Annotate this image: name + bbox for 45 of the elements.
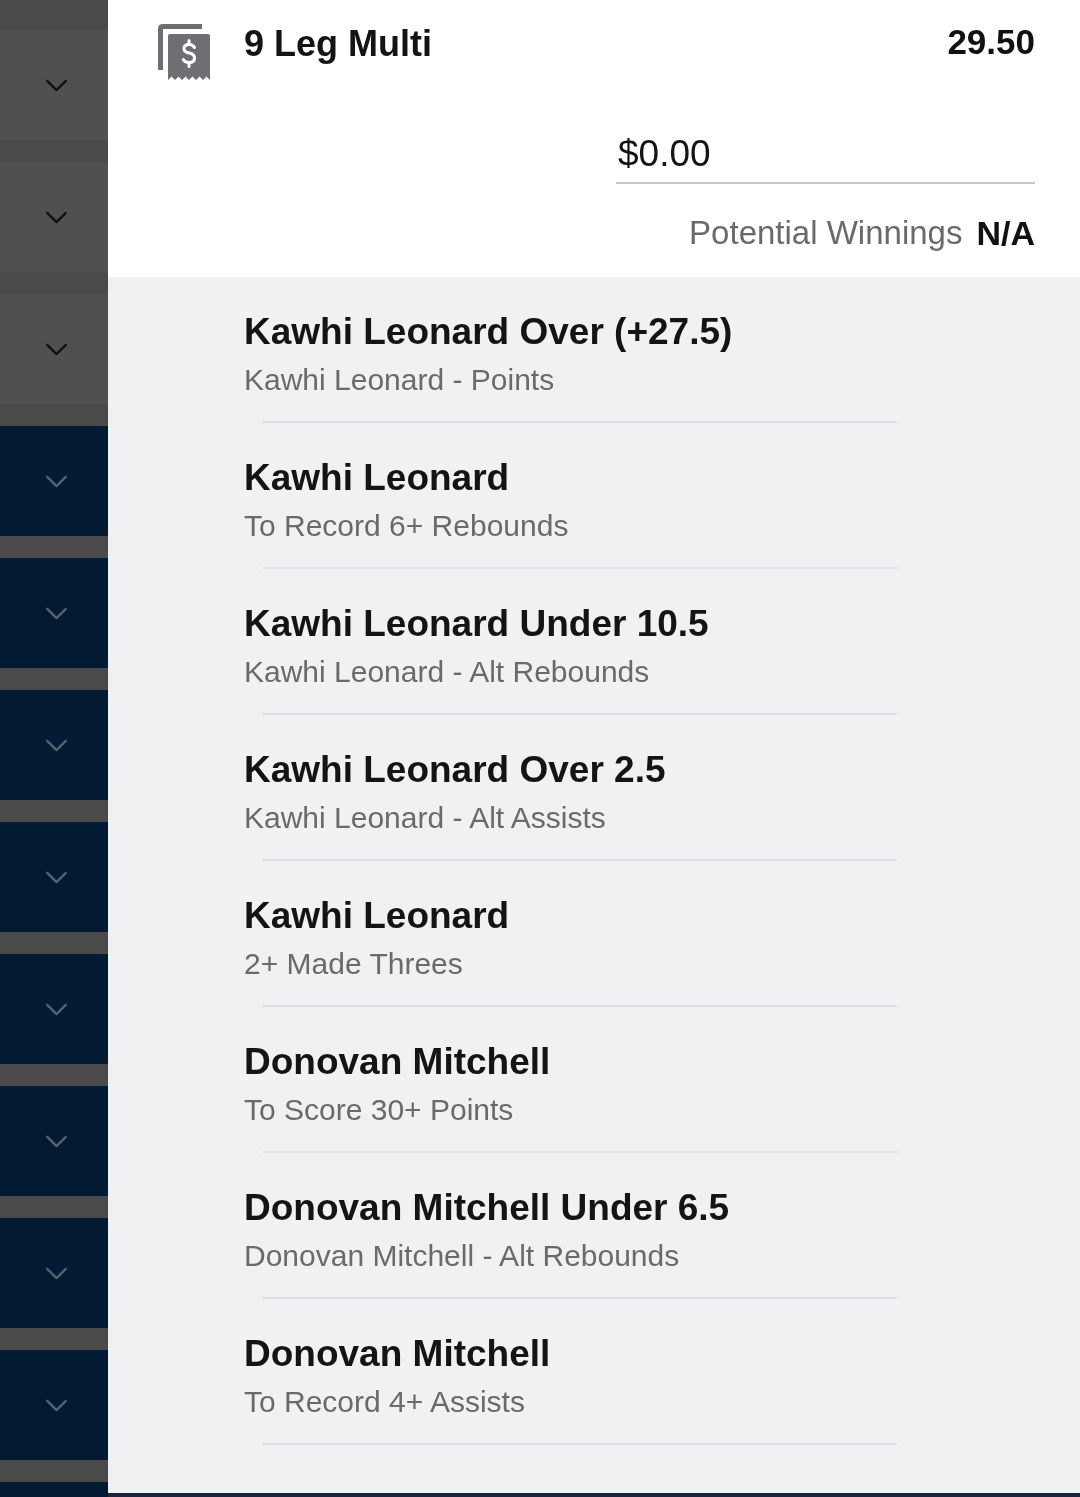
- leg-market: Kawhi Leonard - Alt Rebounds: [244, 654, 650, 690]
- collapsed-row[interactable]: [0, 1218, 108, 1328]
- leg-selection: Donovan Mitchell: [244, 1332, 551, 1376]
- chevron-down-icon: [44, 474, 68, 488]
- leg-market: Donovan Mitchell - Alt Rebounds: [244, 1238, 680, 1274]
- leg-selection: Kawhi Leonard: [244, 456, 510, 500]
- collapsed-row[interactable]: [0, 1350, 108, 1460]
- leg-selection: Kawhi Leonard Over (+27.5): [244, 310, 733, 354]
- chevron-down-icon: [44, 1266, 68, 1280]
- leg-selection: Kawhi Leonard Under 10.5: [244, 602, 709, 646]
- collapsed-row[interactable]: [0, 294, 108, 404]
- chevron-down-icon: [44, 1002, 68, 1016]
- chevron-down-icon: [44, 738, 68, 752]
- chevron-down-icon: [44, 210, 68, 224]
- leg-selection: Donovan Mitchell Under 6.5: [244, 1186, 730, 1230]
- collapsed-row[interactable]: [0, 30, 108, 140]
- leg-market: Kawhi Leonard - Alt Assists: [244, 800, 606, 836]
- chevron-down-icon: [44, 342, 68, 356]
- chevron-down-icon: [44, 78, 68, 92]
- leg-market: To Score 30+ Points: [244, 1092, 514, 1128]
- collapsed-row[interactable]: [0, 1482, 108, 1497]
- chevron-down-icon: [44, 870, 68, 884]
- collapsed-row[interactable]: [0, 1086, 108, 1196]
- odds-value: 29.50: [947, 22, 1035, 62]
- leg-selection: Donovan Mitchell: [244, 1040, 551, 1084]
- leg-market: Kawhi Leonard - Points: [244, 362, 555, 398]
- collapsed-row[interactable]: [0, 690, 108, 800]
- winnings-value: N/A: [976, 213, 1035, 253]
- receipt-dollar-icon: [158, 24, 210, 80]
- chevron-down-icon: [44, 606, 68, 620]
- collapsed-row[interactable]: [0, 822, 108, 932]
- collapsed-row[interactable]: [0, 954, 108, 1064]
- leg-selection: Kawhi Leonard: [244, 894, 510, 938]
- collapsed-row[interactable]: [0, 162, 108, 272]
- leg-selection: Kawhi Leonard Over 2.5: [244, 748, 666, 792]
- chevron-down-icon: [44, 1134, 68, 1148]
- leg-market: To Record 6+ Rebounds: [244, 508, 569, 544]
- bet-title: 9 Leg Multi: [244, 22, 432, 66]
- winnings-label: Potential Winnings: [689, 213, 963, 253]
- leg-market: To Record 4+ Assists: [244, 1384, 525, 1420]
- collapsed-row[interactable]: [0, 558, 108, 668]
- stake-input[interactable]: $0.00: [616, 126, 1035, 184]
- leg-market: 2+ Made Threes: [244, 946, 463, 982]
- collapsed-row[interactable]: [0, 426, 108, 536]
- chevron-down-icon: [44, 1398, 68, 1412]
